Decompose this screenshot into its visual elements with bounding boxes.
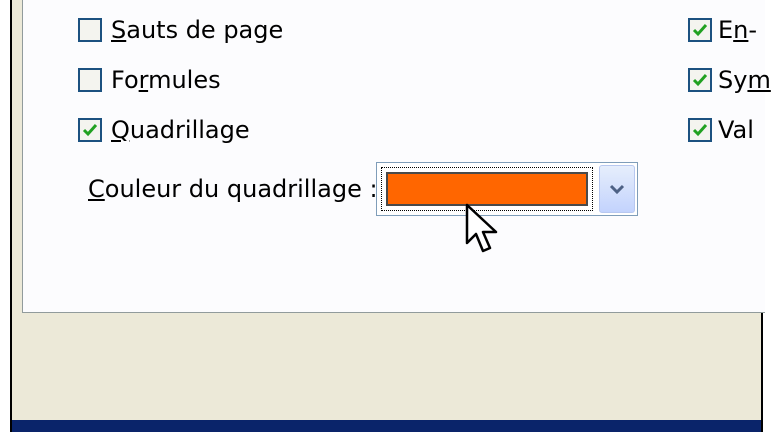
headers-label: En- [718,16,758,44]
checkmark-icon [692,124,708,137]
checkmark-icon [82,124,98,137]
formulas-checkbox[interactable] [78,68,102,92]
taskbar-edge [12,420,761,432]
outline-symbols-checkbox[interactable] [688,68,712,92]
page-breaks-checkbox[interactable] [78,18,102,42]
option-headers[interactable]: En- [688,16,757,44]
dropdown-button[interactable] [599,165,635,213]
gridline-color-label: Couleur du quadrillage : [88,175,378,203]
formulas-label: Formules [111,66,221,94]
page-breaks-label: Sauts de page [111,16,284,44]
option-page-breaks[interactable]: Sauts de page [78,16,283,44]
checkmark-icon [692,24,708,37]
dialog-window: Sauts de page Formules Quadrillage En- S… [10,0,771,432]
chevron-down-icon [609,184,625,195]
zero-values-label: Val [718,116,754,144]
gridlines-label: Quadrillage [111,116,250,144]
option-zero-values[interactable]: Val [688,116,754,144]
option-formulas[interactable]: Formules [78,66,221,94]
gridlines-checkbox[interactable] [78,118,102,142]
mouse-pointer-icon [465,203,498,253]
outline-symbols-label: Sym [718,66,771,94]
checkmark-icon [692,74,708,87]
option-gridlines[interactable]: Quadrillage [78,116,250,144]
option-outline-symbols[interactable]: Sym [688,66,771,94]
options-panel: Sauts de page Formules Quadrillage En- S… [22,0,771,313]
color-swatch [386,172,588,206]
gridline-color-dropdown[interactable] [376,162,638,216]
zero-values-checkbox[interactable] [688,118,712,142]
headers-checkbox[interactable] [688,18,712,42]
